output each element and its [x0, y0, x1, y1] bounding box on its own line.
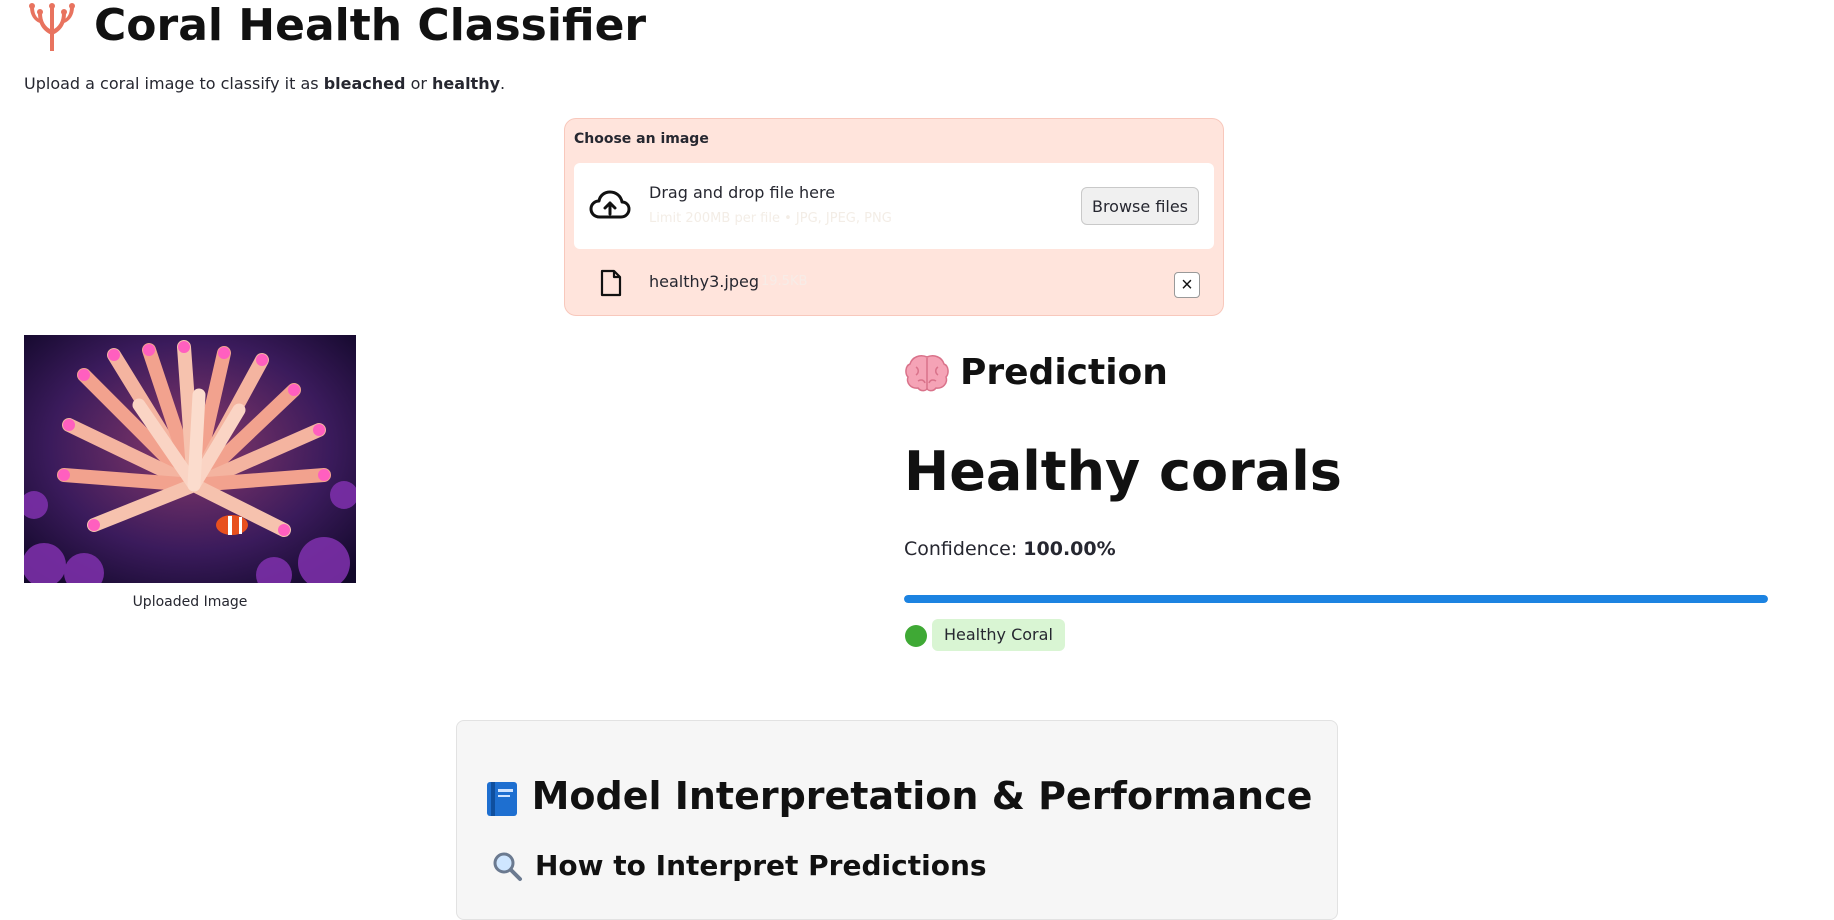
page-subtitle: Upload a coral image to classify it as b…	[24, 74, 505, 93]
confidence-progress-bar	[904, 595, 1768, 603]
prediction-value: Healthy corals	[904, 440, 1342, 503]
drop-hint: Limit 200MB per file • JPG, JPEG, PNG	[649, 211, 892, 226]
file-name: healthy3.jpeg	[649, 272, 759, 291]
uploader-label: Choose an image	[574, 131, 709, 147]
file-icon	[599, 269, 623, 297]
subtitle-healthy: healthy	[432, 74, 501, 93]
interpretation-card: Model Interpretation & Performance How t…	[456, 720, 1338, 920]
brain-icon	[904, 353, 950, 393]
prediction-header: Prediction	[904, 352, 1168, 393]
cloud-upload-icon	[588, 185, 632, 225]
interpretation-subtitle: How to Interpret Predictions	[491, 849, 987, 882]
close-icon: ×	[1181, 274, 1193, 296]
image-caption: Uploaded Image	[132, 594, 248, 610]
page-title-text: Coral Health Classifier	[94, 0, 647, 51]
file-uploader: Choose an image Drag and drop file here …	[564, 118, 1224, 316]
drop-text: Drag and drop file here	[649, 183, 836, 202]
status-badge: Healthy Coral	[932, 619, 1065, 651]
prediction-header-text: Prediction	[960, 352, 1168, 393]
page-title: Coral Health Classifier	[24, 0, 646, 52]
subtitle-prefix: Upload a coral image to classify it as	[24, 74, 324, 93]
interpretation-title: Model Interpretation & Performance	[457, 774, 1337, 819]
coral-icon	[24, 1, 80, 51]
interpretation-subtitle-text: How to Interpret Predictions	[535, 849, 987, 882]
subtitle-or: or	[405, 74, 433, 93]
green-circle-icon	[905, 625, 927, 647]
confidence-text: Confidence: 100.00%	[904, 538, 1116, 560]
book-icon	[482, 779, 522, 819]
uploaded-image	[24, 335, 356, 583]
magnifier-icon	[491, 850, 523, 882]
browse-files-button[interactable]: Browse files	[1081, 187, 1199, 225]
file-size: 19.5KB	[761, 274, 808, 289]
subtitle-bleached: bleached	[323, 74, 406, 93]
subtitle-suffix: .	[500, 74, 506, 93]
remove-file-button[interactable]: ×	[1174, 272, 1200, 298]
uploaded-file-row: healthy3.jpeg 19.5KB ×	[565, 255, 1223, 309]
progress-fill	[904, 595, 1768, 603]
dropzone[interactable]: Drag and drop file here Limit 200MB per …	[574, 163, 1214, 249]
interpretation-title-text: Model Interpretation & Performance	[531, 774, 1313, 818]
confidence-label: Confidence:	[904, 538, 1024, 560]
confidence-value: 100.00%	[1023, 538, 1116, 560]
